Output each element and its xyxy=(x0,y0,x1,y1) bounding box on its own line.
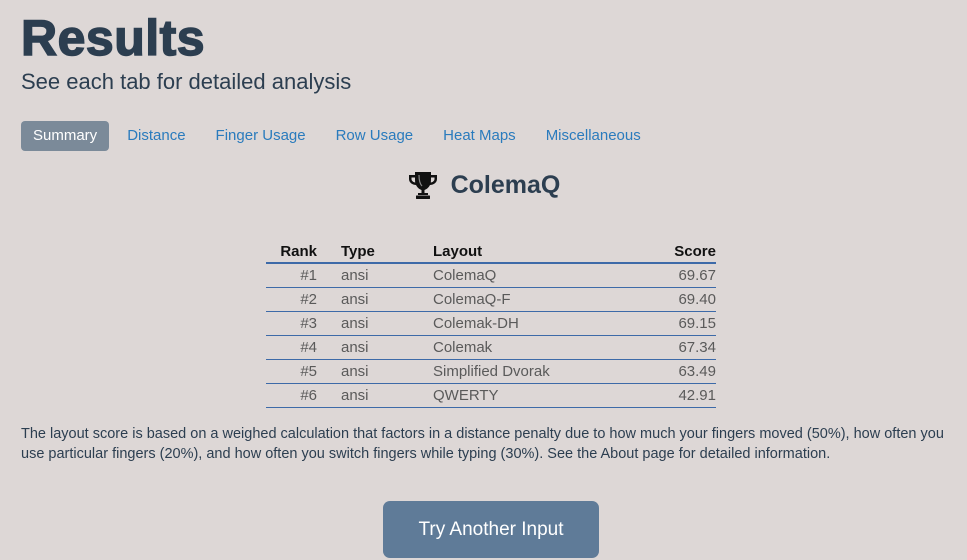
type-cell: ansi xyxy=(317,263,433,288)
tab-miscellaneous[interactable]: Miscellaneous xyxy=(534,121,653,151)
tab-distance[interactable]: Distance xyxy=(115,121,197,151)
score-cell: 69.67 xyxy=(626,263,716,288)
column-header-rank: Rank xyxy=(266,240,317,264)
rank-cell: #5 xyxy=(266,359,317,384)
rank-cell: #6 xyxy=(266,383,317,408)
tab-row-usage[interactable]: Row Usage xyxy=(324,121,426,151)
rank-cell: #1 xyxy=(266,263,317,288)
page-subtitle: See each tab for detailed analysis xyxy=(21,69,352,94)
type-cell: ansi xyxy=(317,383,433,408)
trophy-icon xyxy=(408,172,437,199)
score-cell: 69.15 xyxy=(626,311,716,336)
table-row: #6 ansi QWERTY 42.91 xyxy=(266,383,716,408)
table-row: #4 ansi Colemak 67.34 xyxy=(266,335,716,360)
table-row: #2 ansi ColemaQ-F 69.40 xyxy=(266,287,716,312)
results-page: Results See each tab for detailed analys… xyxy=(0,0,967,560)
score-cell: 69.40 xyxy=(626,287,716,312)
try-another-input-button[interactable]: Try Another Input xyxy=(383,501,599,558)
table-header-row: Rank Type Layout Score xyxy=(266,240,716,264)
page-title: Results xyxy=(20,9,206,67)
rank-cell: #2 xyxy=(266,287,317,312)
score-cell: 42.91 xyxy=(626,383,716,408)
score-explanation: The layout score is based on a weighed c… xyxy=(21,426,944,462)
table-row: #1 ansi ColemaQ 69.67 xyxy=(266,263,716,288)
ranking-table: Rank Type Layout Score #1 ansi ColemaQ 6… xyxy=(266,240,716,408)
score-cell: 67.34 xyxy=(626,335,716,360)
winner-name: ColemaQ xyxy=(450,170,561,199)
rank-cell: #3 xyxy=(266,311,317,336)
tab-summary[interactable]: Summary xyxy=(21,121,110,151)
tab-bar: Summary Distance Finger Usage Row Usage … xyxy=(21,121,659,151)
score-cell: 63.49 xyxy=(626,359,716,384)
column-header-score: Score xyxy=(626,240,716,264)
type-cell: ansi xyxy=(317,311,433,336)
table-row: #5 ansi Simplified Dvorak 63.49 xyxy=(266,359,716,384)
winner-heading: ColemaQ xyxy=(0,170,967,204)
layout-cell: Colemak xyxy=(433,335,626,360)
type-cell: ansi xyxy=(317,359,433,384)
layout-cell: ColemaQ-F xyxy=(433,287,626,312)
layout-cell: Simplified Dvorak xyxy=(433,359,626,384)
layout-cell: Colemak-DH xyxy=(433,311,626,336)
tab-heat-maps[interactable]: Heat Maps xyxy=(431,121,528,151)
type-cell: ansi xyxy=(317,287,433,312)
column-header-layout: Layout xyxy=(433,240,626,264)
layout-cell: ColemaQ xyxy=(433,263,626,288)
table-row: #3 ansi Colemak-DH 69.15 xyxy=(266,311,716,336)
layout-cell: QWERTY xyxy=(433,383,626,408)
rank-cell: #4 xyxy=(266,335,317,360)
tab-finger-usage[interactable]: Finger Usage xyxy=(204,121,318,151)
column-header-type: Type xyxy=(317,240,433,264)
type-cell: ansi xyxy=(317,335,433,360)
